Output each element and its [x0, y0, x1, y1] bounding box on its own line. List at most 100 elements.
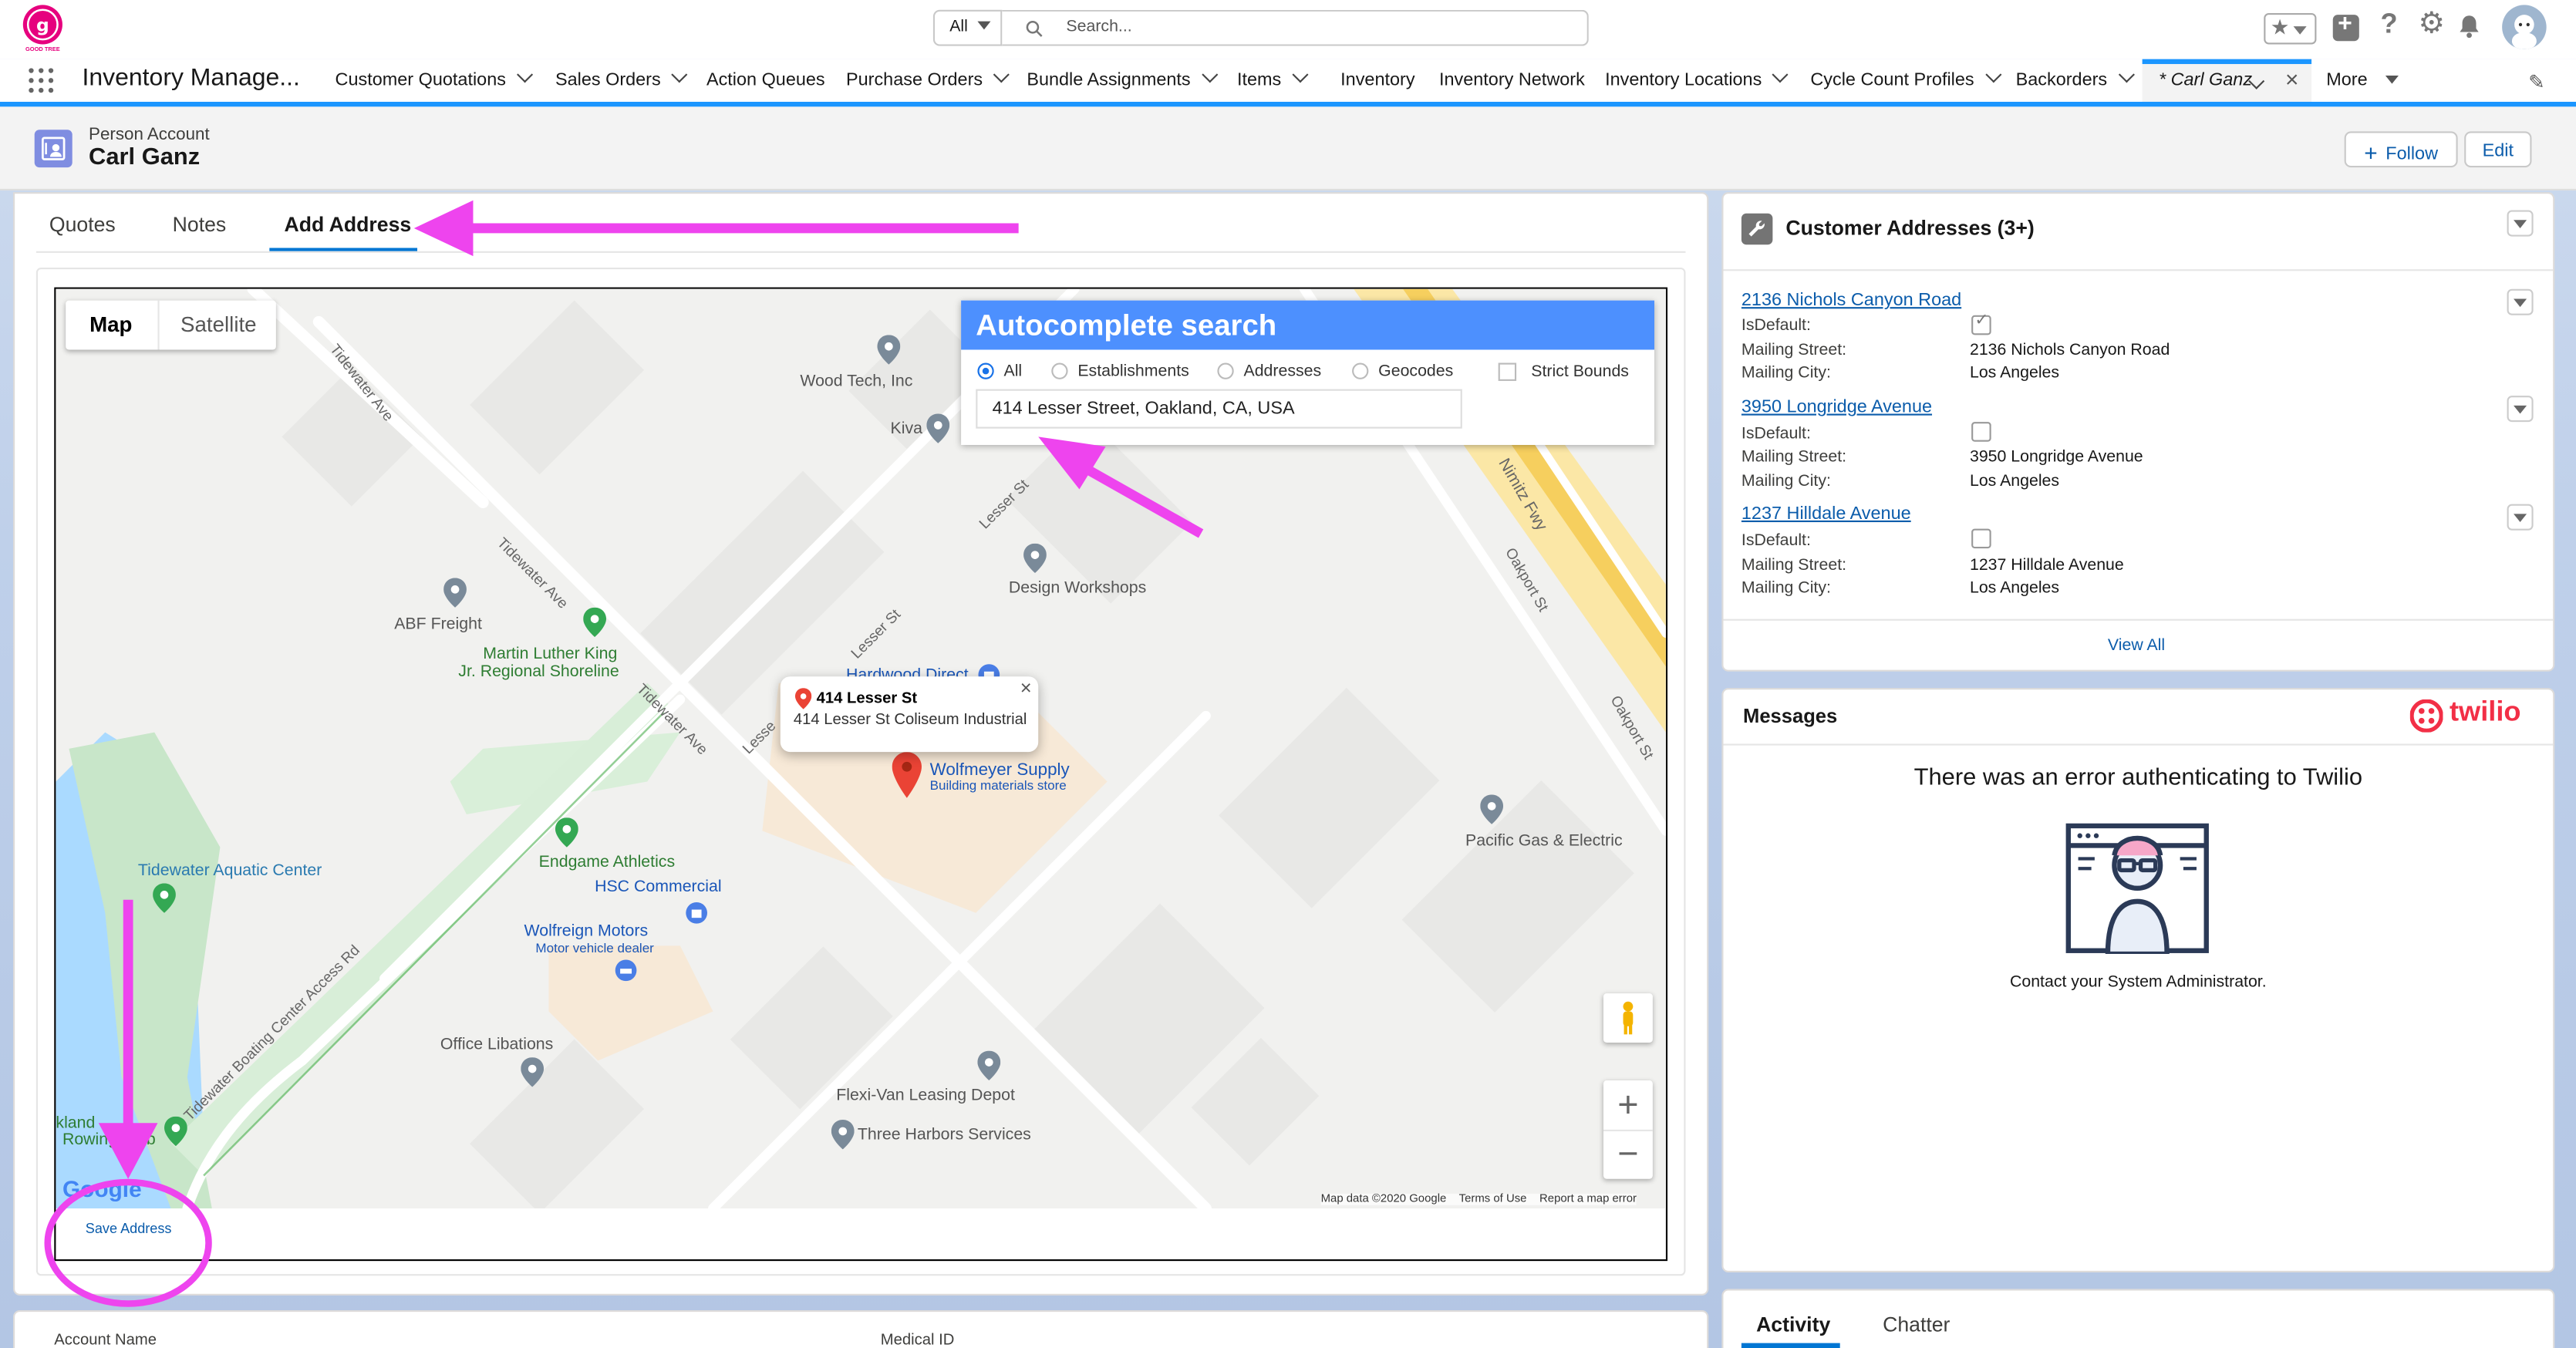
nav-item-purchase-orders[interactable]: Purchase Orders	[846, 59, 1010, 102]
chevron-down-icon[interactable]	[1772, 66, 1789, 83]
poi-sublabel: Motor vehicle dealer	[535, 940, 654, 956]
address-link[interactable]: 1237 Hilldale Avenue	[1741, 504, 1911, 524]
follow-button[interactable]: + Follow	[2344, 131, 2458, 168]
user-avatar-icon	[2511, 15, 2537, 49]
poi-label: Wolfmeyer Supply	[929, 760, 1070, 780]
tab-notes[interactable]: Notes	[173, 214, 227, 237]
radio-unselected	[1352, 363, 1369, 380]
tab-add-address[interactable]: Add Address	[285, 214, 412, 237]
street-view-pegman[interactable]	[1603, 993, 1653, 1043]
poi-label: Martin Luther King	[483, 645, 618, 664]
row-actions-dropdown[interactable]	[2507, 396, 2534, 423]
is-default-checkbox: ✓	[1971, 312, 1991, 335]
row-actions-dropdown[interactable]	[2507, 288, 2534, 315]
autocomplete-option-addresses[interactable]: Addresses	[1217, 363, 1321, 381]
nav-item-backorders[interactable]: Backorders	[2016, 59, 2135, 102]
global-search-input[interactable]: Search...	[1002, 9, 1589, 46]
autocomplete-option-geocodes[interactable]: Geocodes	[1352, 363, 1453, 381]
map-type-satellite-button[interactable]: Satellite	[157, 300, 277, 350]
park-pin-icon	[583, 607, 607, 638]
twilio-icon	[2409, 699, 2443, 733]
logo-text: GOOD TREE	[25, 45, 60, 53]
report-link[interactable]: Report a map error	[1539, 1194, 1637, 1205]
nav-item-inventory[interactable]: Inventory	[1340, 59, 1414, 102]
zoom-out-button[interactable]: −	[1603, 1129, 1653, 1181]
favorites-button[interactable]: ★	[2264, 13, 2317, 45]
chevron-down-icon[interactable]	[671, 66, 688, 83]
address-link[interactable]: 2136 Nichols Canyon Road	[1741, 291, 1961, 311]
global-actions-button[interactable]: +	[2332, 10, 2359, 42]
bell-icon[interactable]	[2456, 13, 2482, 39]
nav-item-cycle-count-profiles[interactable]: Cycle Count Profiles	[1810, 59, 2001, 102]
nav-label: More	[2326, 70, 2368, 91]
nav-item-bundle-assignments[interactable]: Bundle Assignments	[1027, 59, 1218, 102]
view-all-link[interactable]: View All	[2108, 637, 2165, 655]
help-icon[interactable]: ?	[2381, 8, 2398, 42]
poi-label: HSC Commercial	[595, 878, 722, 897]
option-label: Strict Bounds	[1531, 362, 1629, 382]
is-default-checkbox	[1971, 422, 1991, 442]
zoom-in-button[interactable]: +	[1603, 1080, 1653, 1130]
edit-button[interactable]: Edit	[2464, 131, 2532, 168]
row-actions-dropdown[interactable]	[2507, 504, 2534, 531]
search-scope-select[interactable]: All	[932, 9, 1003, 46]
autocomplete-search-input[interactable]	[976, 389, 1462, 429]
save-address-button[interactable]: Save Address	[86, 1220, 172, 1236]
chevron-down-icon[interactable]	[993, 66, 1010, 83]
map-type-control: Map Satellite	[66, 300, 277, 350]
close-icon[interactable]: ×	[2285, 66, 2298, 92]
poi-label: Tidewater Aquatic Center	[137, 861, 322, 881]
tab-chatter[interactable]: Chatter	[1883, 1313, 1950, 1336]
google-map[interactable]: Map Satellite Tidewater Ave Tidewater Av…	[56, 288, 1666, 1209]
app-launcher-icon[interactable]	[28, 67, 54, 93]
chevron-down-icon[interactable]	[1984, 66, 2001, 83]
nav-label: Inventory Locations	[1605, 70, 1762, 91]
nav-item-inventory-network[interactable]: Inventory Network	[1439, 59, 1585, 102]
address-link[interactable]: 3950 Longridge Avenue	[1741, 397, 1932, 417]
chevron-down-icon[interactable]	[2118, 66, 2135, 83]
gear-icon[interactable]: ⚙	[2419, 7, 2445, 42]
follow-label: Follow	[2385, 144, 2439, 164]
nav-item-customer-quotations[interactable]: Customer Quotations	[335, 59, 533, 102]
nav-item-action-queues[interactable]: Action Queues	[706, 59, 825, 102]
field-label-medical-id: Medical ID	[880, 1331, 955, 1348]
chevron-down-icon[interactable]	[516, 66, 533, 83]
close-icon[interactable]: ×	[1020, 676, 1032, 699]
poi-label: Rowing Club	[62, 1131, 156, 1150]
autocomplete-option-establishments[interactable]: Establishments	[1051, 363, 1189, 381]
app-root: g GOOD TREE All Search... ★ + ? ⚙ Invent…	[0, 0, 2576, 1348]
map-pin-icon	[831, 1120, 855, 1150]
app-name: Inventory Manage...	[82, 64, 300, 93]
star-icon: ★	[2270, 15, 2290, 40]
nav-item-sales-orders[interactable]: Sales Orders	[555, 59, 688, 102]
record-title: Carl Ganz	[89, 144, 201, 171]
record-object-type: Person Account	[89, 124, 210, 145]
nav-label: Inventory Network	[1438, 70, 1585, 91]
chevron-down-icon[interactable]	[1201, 66, 1218, 83]
tab-activity[interactable]: Activity	[1756, 1313, 1830, 1336]
poi-label: Flexi-Van Leasing Depot	[836, 1087, 1015, 1105]
poi-label: kland	[56, 1114, 96, 1134]
field-label: Mailing Street:	[1741, 448, 1847, 467]
strict-bounds-checkbox[interactable]: Strict Bounds	[1498, 362, 1629, 382]
nav-more-menu[interactable]: More	[2326, 59, 2399, 102]
org-logo[interactable]: g GOOD TREE	[20, 3, 66, 52]
radio-unselected	[1217, 363, 1234, 380]
mailing-city-value: Los Angeles	[1969, 473, 2060, 491]
wrench-icon	[1741, 213, 1773, 245]
chevron-down-icon[interactable]	[1292, 66, 1309, 83]
nav-item-items[interactable]: Items	[1237, 59, 1309, 102]
edit-nav-pencil-icon[interactable]: ✎	[2528, 71, 2544, 94]
card-menu-dropdown[interactable]	[2507, 210, 2534, 237]
map-type-map-button[interactable]: Map	[66, 301, 156, 350]
avatar[interactable]	[2502, 5, 2547, 49]
terms-link[interactable]: Terms of Use	[1459, 1194, 1527, 1205]
tab-quotes[interactable]: Quotes	[49, 214, 116, 237]
svg-text:g: g	[36, 14, 49, 35]
chevron-down-icon	[2385, 75, 2399, 84]
card-title[interactable]: Customer Addresses (3+)	[1785, 217, 2034, 240]
autocomplete-option-all[interactable]: All	[977, 363, 1022, 381]
mailing-city-value: Los Angeles	[1969, 364, 2060, 383]
nav-tab-active-record[interactable]: * Carl Ganz ×	[2142, 59, 2312, 103]
nav-item-inventory-locations[interactable]: Inventory Locations	[1605, 59, 1789, 102]
